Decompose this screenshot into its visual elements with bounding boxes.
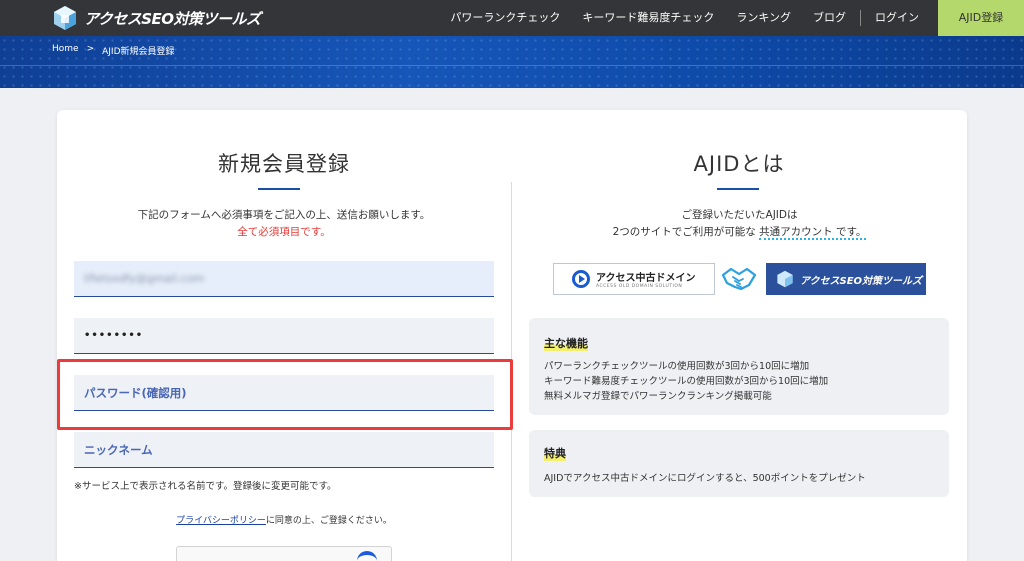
handshake-icon bbox=[721, 267, 757, 291]
hero-banner: Home > AJID新規会員登録 bbox=[0, 36, 1024, 88]
registration-card: 新規会員登録 下記のフォームへ必須事項をご記入の上、送信お願いします。 全て必須… bbox=[57, 110, 967, 561]
nav-ranking[interactable]: ランキング bbox=[725, 0, 802, 36]
email-value: tfletsxdfy@gmail.com bbox=[84, 272, 205, 285]
breadcrumb-current: AJID新規会員登録 bbox=[102, 47, 175, 57]
old-domain-subtitle: ACCESS OLD DOMAIN SOLUTION bbox=[596, 284, 683, 289]
breadcrumb-separator: > bbox=[86, 44, 95, 54]
benefits-title: 特典 bbox=[544, 445, 566, 461]
nav-login[interactable]: ログイン bbox=[864, 0, 930, 36]
about-title: AJIDとは bbox=[693, 152, 785, 176]
logo-text: アクセスSEO対策ツールズ bbox=[84, 9, 261, 28]
main-nav: パワーランクチェック キーワード難易度チェック ランキング ブログ ログイン A… bbox=[439, 0, 1024, 36]
play-circle-icon bbox=[572, 270, 590, 288]
privacy-consent: プライバシーポリシーに同意の上、ご登録ください。 bbox=[75, 513, 493, 526]
nickname-input[interactable]: ニックネーム bbox=[74, 432, 494, 468]
nav-ajid-register[interactable]: AJID登録 bbox=[938, 0, 1024, 36]
about-title-underline bbox=[717, 188, 759, 190]
seo-tools-name: アクセスSEO対策ツールズ bbox=[800, 275, 923, 287]
password-value: •••••••• bbox=[84, 330, 144, 341]
feature-item: パワーランクチェックツールの使用回数が3回から10回に増加 bbox=[544, 361, 810, 372]
feature-item: キーワード難易度チェックツールの使用回数が3回から10回に増加 bbox=[544, 376, 829, 387]
main-features-box: 主な機能 パワーランクチェックツールの使用回数が3回から10回に増加 キーワード… bbox=[529, 318, 949, 415]
cube-icon bbox=[777, 270, 793, 288]
nickname-placeholder: ニックネーム bbox=[84, 442, 153, 457]
required-note: 全て必須項目です。 bbox=[237, 226, 331, 238]
nav-power-rank-check[interactable]: パワーランクチェック bbox=[439, 0, 571, 36]
feature-item: 無料メルマガ登録でパワーランクランキング掲載可能 bbox=[544, 391, 772, 402]
site-logo[interactable]: アクセスSEO対策ツールズ bbox=[52, 5, 261, 31]
form-intro-text: 下記のフォームへ必須事項をご記入の上、送信お願いします。 bbox=[137, 209, 431, 221]
email-input[interactable]: tfletsxdfy@gmail.com bbox=[74, 261, 494, 297]
nav-keyword-difficulty-check[interactable]: キーワード難易度チェック bbox=[571, 0, 725, 36]
common-account-text: 共通アカウント bbox=[759, 226, 833, 238]
nav-blog[interactable]: ブログ bbox=[802, 0, 857, 36]
form-intro: 下記のフォームへ必須事項をご記入の上、送信お願いします。 全て必須項目です。 bbox=[75, 207, 493, 241]
about-line-2-prefix: 2つのサイトでご利用が可能な bbox=[612, 226, 756, 238]
highlight-frame bbox=[57, 359, 513, 430]
about-line-2: 2つのサイトでご利用が可能な 共通アカウント です。 bbox=[527, 224, 952, 241]
privacy-consent-text: に同意の上、ご登録ください。 bbox=[265, 516, 392, 526]
banner-line bbox=[0, 65, 1024, 66]
old-domain-name: アクセス中古ドメイン bbox=[596, 273, 696, 284]
access-seo-tools-logo[interactable]: アクセスSEO対策ツールズ bbox=[766, 263, 926, 295]
about-description: ご登録いただいたAJIDは 2つのサイトでご利用が可能な 共通アカウント です。 bbox=[527, 207, 952, 241]
nav-divider bbox=[860, 10, 861, 26]
cube-logo-icon bbox=[54, 6, 76, 30]
benefits-text: AJIDでアクセス中古ドメインにログインすると、500ポイントをプレゼント bbox=[544, 473, 866, 484]
about-line-2-suffix: です。 bbox=[835, 226, 867, 238]
breadcrumb-home[interactable]: Home bbox=[52, 44, 79, 57]
access-old-domain-logo[interactable]: アクセス中古ドメイン ACCESS OLD DOMAIN SOLUTION bbox=[553, 263, 715, 295]
nickname-note: ※サービス上で表示される名前です。登録後に変更可能です。 bbox=[74, 481, 337, 492]
recaptcha-widget[interactable] bbox=[176, 546, 392, 561]
about-line-1: ご登録いただいたAJIDは bbox=[681, 209, 798, 221]
recaptcha-icon bbox=[357, 551, 377, 561]
benefits-box: 特典 AJIDでアクセス中古ドメインにログインすると、500ポイントをプレゼント bbox=[529, 430, 949, 497]
common-account-highlight: 共通アカウント です。 bbox=[759, 226, 867, 240]
password-input[interactable]: •••••••• bbox=[74, 318, 494, 354]
main-features-title: 主な機能 bbox=[544, 335, 588, 351]
old-domain-text: アクセス中古ドメイン ACCESS OLD DOMAIN SOLUTION bbox=[596, 269, 696, 289]
privacy-policy-link[interactable]: プライバシーポリシー bbox=[176, 516, 266, 526]
top-navigation-bar: アクセスSEO対策ツールズ パワーランクチェック キーワード難易度チェック ラン… bbox=[0, 0, 1024, 36]
form-title-underline bbox=[258, 188, 300, 190]
form-title: 新規会員登録 bbox=[218, 152, 350, 176]
breadcrumb: Home > AJID新規会員登録 bbox=[52, 44, 175, 57]
